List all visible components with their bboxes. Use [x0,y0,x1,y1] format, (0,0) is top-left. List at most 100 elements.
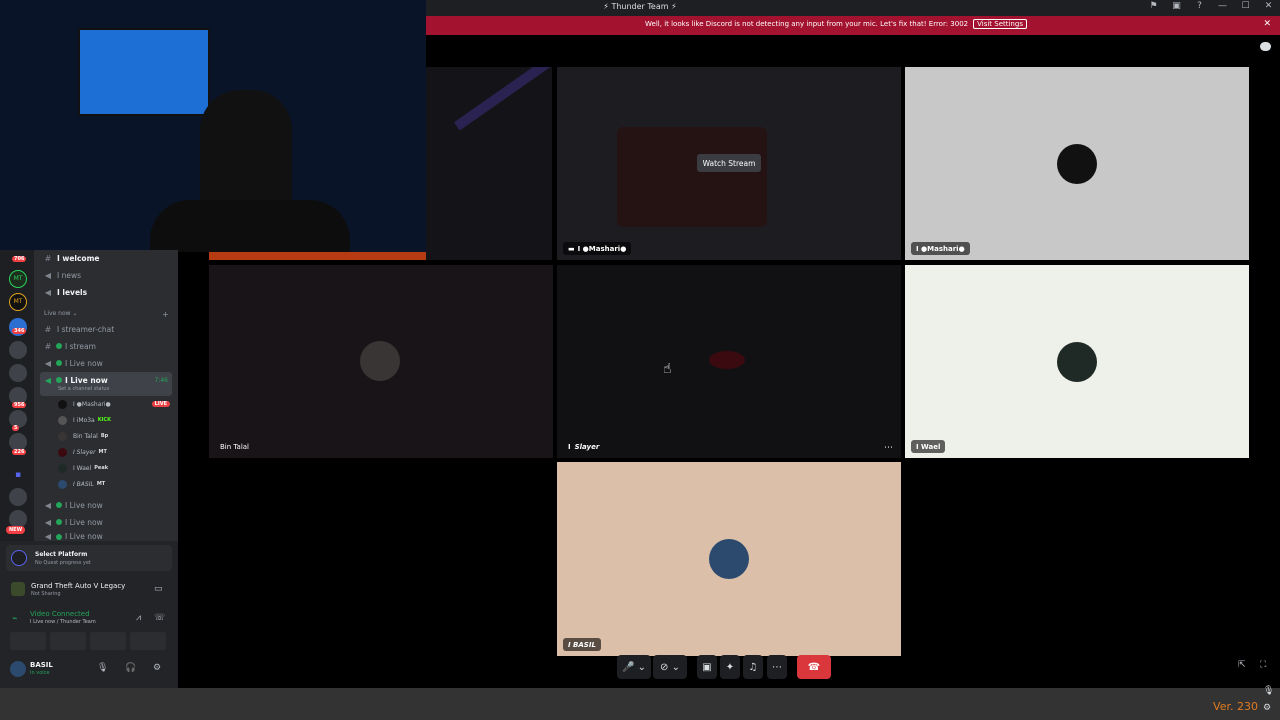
username[interactable]: BASIL [30,661,53,669]
speaker-icon: ◀ [44,532,52,541]
mention-badge: 346 [12,328,27,334]
share-screen-button[interactable] [50,632,86,650]
channel-stream[interactable]: # I stream [42,339,168,353]
game-title: Grand Theft Auto V Legacy [31,582,126,590]
voice-channel-live-now[interactable]: ◀ I Live now [42,515,168,529]
voice-user[interactable]: Bin Talal Bp [58,429,170,443]
speaker-icon: ◀ [44,517,52,527]
taskbar [0,688,1280,720]
channel-news[interactable]: ◀ I news [42,268,168,282]
category-live-now[interactable]: Live now ⌄ [44,310,77,317]
user-tile-slayer[interactable]: ☝ I Slayer ⋯ [557,265,901,458]
video-channel[interactable]: I Live now / Thunder Team [30,619,96,625]
fullscreen-icon[interactable]: ⛶ [1260,660,1266,670]
microphone-icon[interactable]: 🎙 [97,663,108,673]
user-tile-mashari[interactable]: I ●Mashari● [905,67,1249,260]
screen-icon[interactable]: ▣ [1165,1,1188,11]
camera-off-button[interactable] [10,632,46,650]
bottom-strip-tile [209,252,426,260]
close-window-icon[interactable]: ✕ [1257,1,1280,11]
server-icon[interactable] [9,341,27,359]
game-subtitle: Not Sharing [31,591,61,597]
mention-badge: 706 [12,256,27,262]
voice-channel-live-now[interactable]: ◀ I Live now [42,532,168,541]
chat-toggle-icon[interactable] [1260,42,1271,51]
avatar[interactable] [10,661,26,677]
server-icon[interactable]: MT [9,270,27,288]
hang-up-button[interactable]: ☎ [797,655,831,679]
mention-badge: 226 [12,449,27,455]
activities-button[interactable]: ✦ [720,655,740,679]
user-tile-wael[interactable]: I Wael [905,265,1249,458]
soundboard-button[interactable] [130,632,166,650]
voice-user[interactable]: I ●Mashari● LIVE [58,397,170,411]
close-banner-icon[interactable]: ✕ [1263,19,1271,29]
popout-icon[interactable]: ⇱ [1238,660,1246,670]
voice-channel-live-now[interactable]: ◀ I Live now [42,498,168,512]
visit-settings-button[interactable]: Visit Settings [973,19,1027,29]
microphone-icon[interactable]: 🎙 [1263,686,1274,696]
settings-gear-icon[interactable]: ⚙ [153,663,161,673]
avatar [1057,144,1097,184]
speaker-icon: ◀ [44,500,52,510]
tile-nameplate-slayer: I Slayer [568,442,600,451]
channel-welcome[interactable]: # I welcome [42,251,168,265]
channel-levels[interactable]: ◀ I levels [42,285,168,299]
folder-icon[interactable]: ▪ [9,466,27,484]
watch-stream-button[interactable]: Watch Stream [697,154,761,172]
more-options-button[interactable]: ⋯ [767,655,787,679]
video-status[interactable]: Video Connected [30,610,90,618]
voice-channel-live-now[interactable]: ◀ I Live now [42,356,168,370]
server-icon[interactable]: MT [9,293,27,311]
mention-badge: 956 [12,402,27,408]
voice-user[interactable]: I Wael Peak [58,461,170,475]
avatar [709,539,749,579]
settings-gear-icon[interactable]: ⚙ [1263,703,1271,713]
disconnect-icon[interactable]: ☏ [154,613,165,623]
webcam-overlay [0,0,426,252]
channel-status-hint[interactable]: Set a channel status [58,386,109,392]
tile-nameplate-basil: I BASIL [563,638,601,651]
server-icon[interactable] [9,364,27,382]
user-tile-basil[interactable]: I BASIL [557,462,901,656]
inbox-flag-icon[interactable]: ⚑ [1142,1,1165,11]
screen-share-icon[interactable]: ▭ [154,584,163,594]
headphones-icon[interactable]: 🎧 [125,663,136,673]
avatar [709,351,745,369]
stream-tile-mashari[interactable]: Watch Stream ▬ I ●Mashari● [557,67,901,260]
minimize-icon[interactable]: — [1211,1,1234,11]
user-tile-bin-talal[interactable]: Bin Talal [209,265,553,458]
error-banner: Well, it looks like Discord is not detec… [426,16,1280,35]
mute-mic-button[interactable]: 🎤 ⌄ [617,655,651,679]
version-label: Ver. 230 [1213,700,1258,713]
share-screen-button[interactable]: ▣ [697,655,717,679]
soundboard-button[interactable]: ♫ [743,655,763,679]
channel-streamer-chat[interactable]: # I streamer-chat [42,322,168,336]
server-icon[interactable] [9,488,27,506]
banner-text: Well, it looks like Discord is not detec… [645,20,969,28]
help-icon[interactable]: ? [1188,1,1211,11]
voice-user[interactable]: I Slayer MT [58,445,170,459]
voice-user[interactable]: I BASIL MT [58,477,170,491]
quest-icon [11,550,27,566]
speaker-icon: ◀ [44,358,52,368]
more-options-icon[interactable]: ⋯ [884,443,893,453]
tile-nameplate-bin-talal: Bin Talal [220,442,249,451]
quest-subtitle: No Quest progress yet [35,560,91,566]
quest-title: Select Platform [35,551,88,558]
hash-icon: # [44,341,52,351]
signal-icon[interactable]: ⌁ [12,614,17,624]
voice-user[interactable]: I iMo3a KICK [58,413,170,427]
activities-button[interactable] [90,632,126,650]
hash-icon: # [44,253,52,263]
quest-card[interactable] [6,545,172,571]
voice-channel-active[interactable]: ◀ I Live now 7:46 [42,373,168,387]
speaker-icon: ◀ [44,375,52,385]
maximize-icon[interactable]: ☐ [1234,1,1257,11]
add-channel-icon[interactable]: + [162,310,169,319]
partial-stream-tile[interactable] [426,67,552,260]
noise-suppression-icon[interactable]: ⩘ [136,613,141,623]
hash-icon: # [44,324,52,334]
tile-nameplate-mashari-stream: ▬ I ●Mashari● [563,242,632,255]
camera-toggle-button[interactable]: ⊘ ⌄ [653,655,687,679]
